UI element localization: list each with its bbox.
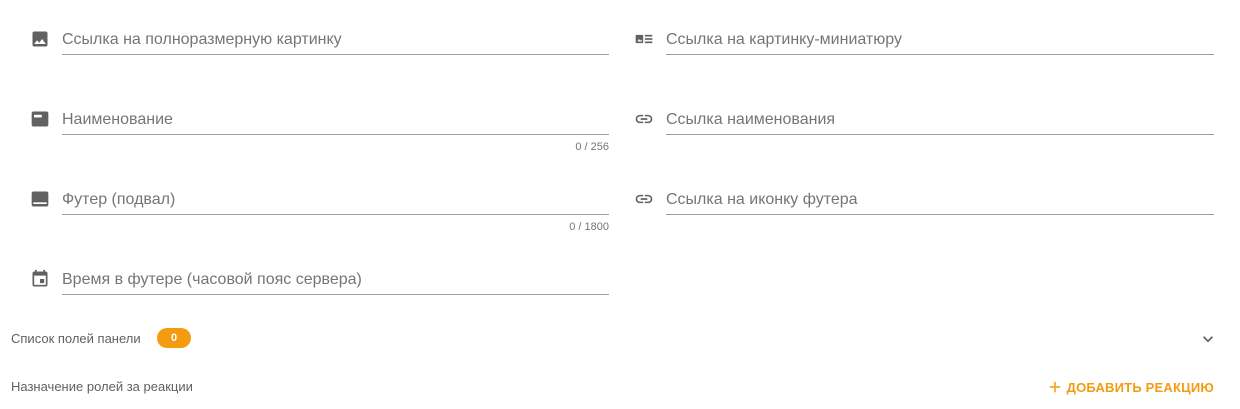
title-icon xyxy=(30,109,50,129)
thumbnail-icon xyxy=(634,29,654,49)
title-url-input[interactable]: Ссылка наименования xyxy=(666,106,1214,135)
footer-icon-url-field: Ссылка на иконку футера xyxy=(634,164,1214,224)
title-url-field: Ссылка наименования xyxy=(634,84,1214,144)
thumbnail-url-input[interactable]: Ссылка на картинку-миниатюру xyxy=(666,26,1214,55)
plus-icon xyxy=(1046,378,1064,396)
link-icon xyxy=(634,109,654,129)
add-reaction-label: ДОБАВИТЬ РЕАКЦИЮ xyxy=(1066,379,1214,395)
footer-input[interactable]: Футер (подвал) xyxy=(62,186,609,215)
title-char-counter: 0 / 256 xyxy=(575,141,609,153)
title-field: Наименование 0 / 256 xyxy=(30,84,609,153)
footer-icon xyxy=(30,189,50,209)
full-image-url-input[interactable]: Ссылка на полноразмерную картинку xyxy=(62,26,609,55)
footer-char-counter: 0 / 1800 xyxy=(569,221,609,233)
chevron-down-icon[interactable] xyxy=(1198,329,1218,349)
title-input[interactable]: Наименование xyxy=(62,106,609,135)
reaction-roles-label: Назначение ролей за реакции xyxy=(11,379,193,394)
panel-fields-header[interactable]: Список полей панели 0 xyxy=(11,327,1218,351)
link-icon xyxy=(634,189,654,209)
footer-field: Футер (подвал) 0 / 1800 xyxy=(30,164,609,233)
panel-fields-label: Список полей панели xyxy=(11,331,141,346)
thumbnail-url-field: Ссылка на картинку-миниатюру xyxy=(634,4,1214,64)
panel-fields-count-badge: 0 xyxy=(157,328,191,348)
full-image-url-field: Ссылка на полноразмерную картинку xyxy=(30,4,609,64)
calendar-icon xyxy=(30,269,50,289)
footer-time-input[interactable]: Время в футере (часовой пояс сервера) xyxy=(62,266,609,295)
footer-icon-url-input[interactable]: Ссылка на иконку футера xyxy=(666,186,1214,215)
footer-time-field: Время в футере (часовой пояс сервера) xyxy=(30,244,609,304)
image-icon xyxy=(30,29,50,49)
add-reaction-button[interactable]: ДОБАВИТЬ РЕАКЦИЮ xyxy=(1046,375,1214,399)
reaction-roles-header: Назначение ролей за реакции ДОБАВИТЬ РЕА… xyxy=(11,375,1218,399)
